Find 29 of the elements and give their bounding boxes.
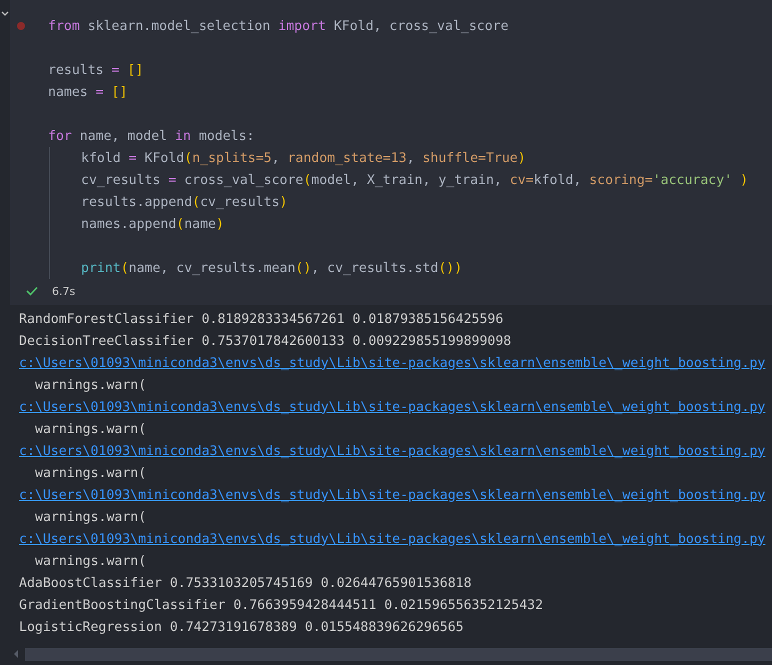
- code-line: results.append(cv_results): [81, 194, 288, 210]
- output-line: GradientBoostingClassifier 0.7663959428444511 0.021596556352125432: [19, 598, 544, 612]
- output-line: warnings.warn(: [35, 378, 146, 392]
- collapse-icon[interactable]: [1, 11, 9, 17]
- code-line: cv_results = cross_val_score(model, X_train, y_train, cv=kfold, scoring='accuracy' ): [81, 172, 748, 188]
- code-line: for name, model in models:: [48, 128, 254, 144]
- breakpoint-icon[interactable]: [17, 22, 25, 30]
- output-line: RandomForestClassifier 0.8189283334567261 0.01879385156425596: [19, 312, 504, 326]
- file-link[interactable]: c:\Users\01093\miniconda3\envs\ds_study\Lib\site-packages\sklearn\ensemble\_weight_boosting.py: [19, 400, 766, 414]
- horizontal-scrollbar[interactable]: [25, 648, 772, 660]
- output-line: warnings.warn(: [35, 510, 146, 524]
- output-line: warnings.warn(: [35, 554, 146, 568]
- file-link[interactable]: c:\Users\01093\miniconda3\envs\ds_study\Lib\site-packages\sklearn\ensemble\_weight_boosting.py: [19, 532, 766, 546]
- output-line: AdaBoostClassifier 0.7533103205745169 0.02644765901536818: [19, 576, 472, 590]
- code-line: print(name, cv_results.mean(), cv_results.std()): [81, 260, 462, 276]
- output-line: DecisionTreeClassifier 0.7537017842600133 0.009229855199899098: [19, 334, 512, 348]
- file-link[interactable]: c:\Users\01093\miniconda3\envs\ds_study\Lib\site-packages\sklearn\ensemble\_weight_boosting.py: [19, 488, 766, 502]
- code-line: names = []: [48, 84, 128, 100]
- code-line: from sklearn.model_selection import KFold, cross_val_score: [48, 18, 509, 34]
- output-line: warnings.warn(: [35, 466, 146, 480]
- code-line: results = []: [48, 62, 144, 78]
- output-line: warnings.warn(: [35, 422, 146, 436]
- file-link[interactable]: c:\Users\01093\miniconda3\envs\ds_study\Lib\site-packages\sklearn\ensemble\_weight_boosting.py: [19, 356, 766, 370]
- scroll-left-icon[interactable]: [14, 650, 19, 658]
- output-line: LogisticRegression 0.74273191678389 0.015548839626296565: [19, 620, 464, 634]
- file-link[interactable]: c:\Users\01093\miniconda3\envs\ds_study\Lib\site-packages\sklearn\ensemble\_weight_boosting.py: [19, 444, 766, 458]
- code-line: names.append(name): [81, 216, 224, 232]
- execution-time: 6.7s: [52, 284, 76, 298]
- code-line: kfold = KFold(n_splits=5, random_state=13, shuffle=True): [81, 150, 526, 166]
